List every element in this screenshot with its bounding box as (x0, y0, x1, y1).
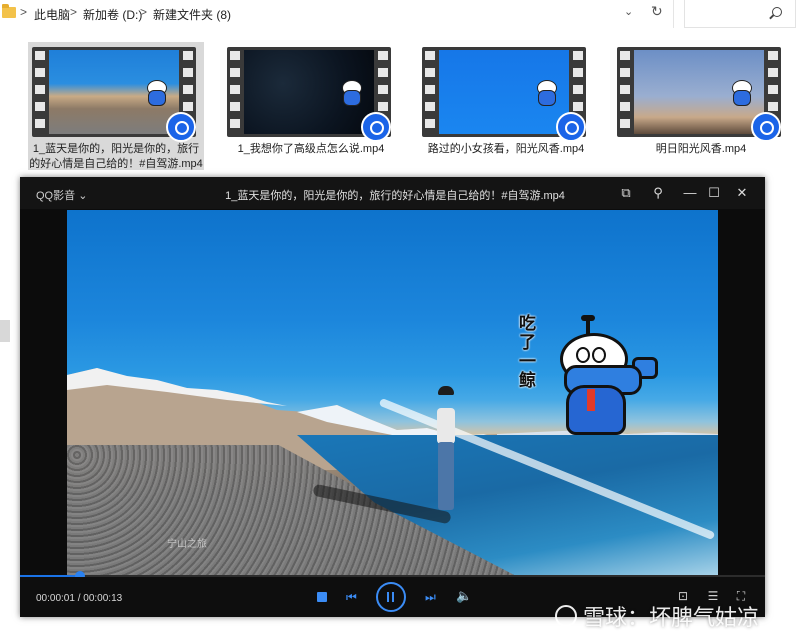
stop-icon[interactable] (317, 592, 327, 602)
file-thumbnail[interactable]: 明日阳光风香.mp4 (613, 42, 789, 170)
qq-player-icon (751, 112, 781, 142)
maximize-icon[interactable]: ☐ (706, 185, 722, 201)
player-titlebar[interactable]: QQ影音 ⌄ 1_蓝天是你的，阳光是你的，旅行的好心情是自己给的！#自驾游.mp… (20, 177, 765, 209)
person-figure (312, 386, 460, 525)
breadcrumb-drive-d[interactable]: 新加卷 (D:) (83, 6, 142, 23)
minimize-icon[interactable]: — (682, 185, 698, 201)
breadcrumb-separator: > (140, 5, 148, 19)
qq-player-icon (361, 112, 391, 142)
previous-icon[interactable]: ⏮ (346, 591, 357, 603)
file-thumbnail[interactable]: 路过的小女孩看，阳光风香.mp4 (418, 42, 594, 170)
breadcrumb-this-pc[interactable]: 此电脑 (34, 6, 70, 23)
video-player-window: QQ影音 ⌄ 1_蓝天是你的，阳光是你的，旅行的好心情是自己给的！#自驾游.mp… (20, 177, 765, 617)
search-icon[interactable] (772, 7, 782, 17)
next-icon[interactable]: ⏭ (425, 591, 436, 603)
file-name: 1_我想你了高级点怎么说.mp4 (237, 143, 385, 155)
refresh-icon[interactable]: ↻ (651, 3, 663, 20)
volume-icon[interactable]: 🔈 (456, 589, 472, 603)
divider (673, 0, 674, 28)
qq-player-icon (166, 112, 196, 142)
video-frame[interactable]: 吃了一鲸 宁山之旅 (67, 210, 718, 575)
player-brand-menu[interactable]: QQ影音 ⌄ (36, 187, 87, 203)
file-name: 明日阳光风香.mp4 (655, 143, 747, 155)
chevron-down-icon[interactable]: ⌄ (624, 5, 633, 18)
time-display: 00:00:01 / 00:00:13 (36, 593, 123, 604)
video-title: 1_蓝天是你的，阳光是你的，旅行的好心情是自己给的！#自驾游.mp4 (225, 190, 565, 202)
snowball-logo-icon (555, 605, 577, 627)
breadcrumb-separator: > (20, 5, 28, 19)
pin-icon[interactable]: ⚲ (650, 185, 666, 201)
mascot-icon (535, 72, 557, 106)
video-watermark: 宁山之旅 (167, 539, 207, 550)
file-name: 1_蓝天是你的，阳光是你的，旅行的好心情是自己给的！#自驾游.mp4 (29, 143, 203, 170)
breadcrumb-separator: > (70, 5, 78, 19)
file-thumbnail[interactable]: 1_我想你了高级点怎么说.mp4 (223, 42, 399, 170)
mascot-icon (730, 72, 752, 106)
breadcrumb-folder[interactable]: 新建文件夹 (8) (153, 6, 231, 23)
sticker-caption: 吃了一鲸 (519, 314, 536, 391)
qq-player-icon (556, 112, 586, 142)
screenshot-icon[interactable]: ⧉ (618, 185, 634, 201)
site-watermark: 雪球：坏脾气姑凉 (555, 600, 759, 632)
address-bar: > 此电脑 > 新加卷 (D:) > 新建文件夹 (8) ⌄ ↻ (0, 0, 800, 28)
pause-icon[interactable] (376, 582, 406, 612)
folder-icon (2, 4, 16, 18)
close-icon[interactable]: ✕ (734, 185, 750, 201)
mascot-icon (340, 72, 362, 106)
mascot-icon (145, 72, 167, 106)
whale-mascot-sticker (542, 315, 658, 435)
file-thumbnail[interactable]: 1_蓝天是你的，阳光是你的，旅行的好心情是自己给的！#自驾游.mp4 (28, 42, 204, 170)
scroll-edge (0, 320, 10, 342)
file-name: 路过的小女孩看，阳光风香.mp4 (427, 143, 585, 155)
